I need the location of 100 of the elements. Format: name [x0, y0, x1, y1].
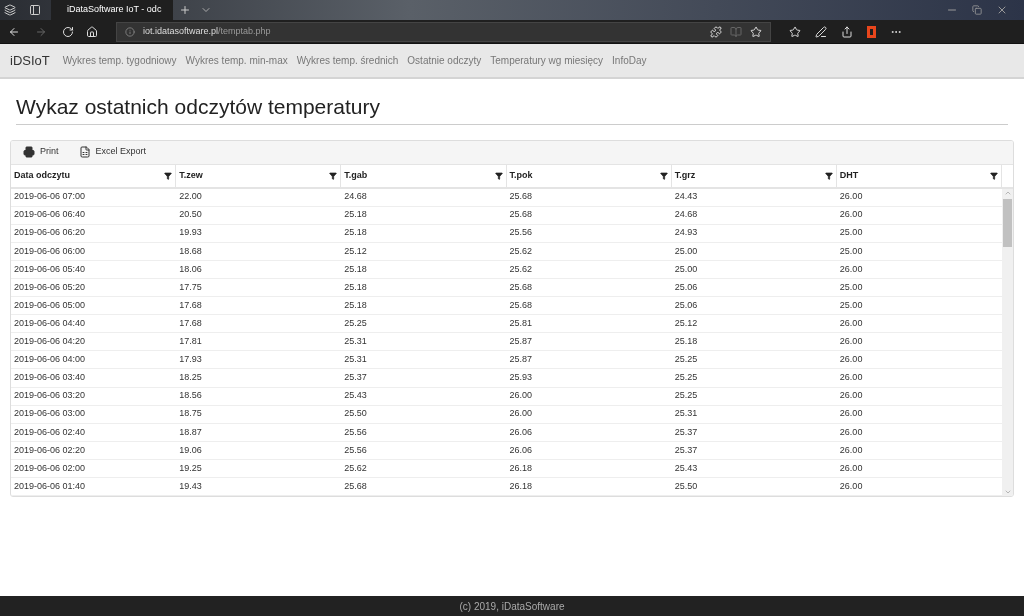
nav-link[interactable]: Wykres temp. min-max [185, 53, 288, 68]
filter-icon[interactable] [659, 171, 668, 180]
column-header[interactable]: DHT [836, 164, 1003, 187]
table-cell-text: 17.81 [178, 335, 203, 349]
table-cell-text: 25.68 [508, 280, 534, 294]
column-header[interactable]: Data odczytu [11, 164, 177, 187]
favorites-icon[interactable] [789, 25, 801, 38]
filter-icon[interactable] [990, 171, 999, 180]
table-cell-text: 17.68 [178, 298, 203, 312]
print-button[interactable]: Print [23, 145, 59, 159]
spreadsheet-icon [78, 146, 91, 158]
table-cell-text: 25.00 [838, 298, 864, 312]
filter-icon[interactable] [164, 171, 173, 180]
table-cell-text: 25.00 [838, 244, 864, 258]
info-icon [125, 26, 135, 37]
table-cell-text: 2019-06-06 03:40 [13, 371, 87, 385]
table-cell-text: 25.50 [673, 479, 699, 493]
puzzle-icon[interactable] [710, 25, 722, 38]
table-cell-text: 25.12 [673, 316, 699, 330]
address-field[interactable]: iot.idatasoftware.pl/temptab.php [116, 21, 771, 42]
table-cell-text: 2019-06-06 06:00 [13, 244, 87, 258]
office-icon[interactable] [867, 25, 876, 38]
panel-icon[interactable] [29, 4, 41, 16]
table-cell-text: 26.18 [508, 461, 534, 475]
refresh-icon[interactable] [62, 25, 74, 38]
table-cell-text: 26.00 [838, 262, 864, 276]
table-cell-text: 17.93 [178, 353, 203, 367]
table-cell-text: 25.62 [343, 461, 368, 475]
close-icon[interactable] [996, 4, 1008, 16]
table-cell-text: 25.18 [343, 262, 368, 276]
table-cell-text: 25.12 [343, 244, 368, 258]
table-cell-text: 2019-06-06 04:20 [13, 335, 87, 349]
table-cell-text: 25.18 [343, 208, 368, 222]
new-tab-icon[interactable] [179, 4, 191, 16]
home-icon[interactable] [86, 25, 98, 38]
table-cell-text: 26.18 [508, 479, 534, 493]
restore-icon[interactable] [972, 5, 982, 15]
table-cell-text: 25.56 [343, 443, 368, 457]
table-cell-text: 25.18 [343, 298, 368, 312]
table-cell-text: 26.00 [838, 371, 864, 385]
column-header[interactable]: T.pok [506, 164, 672, 187]
table-cell-text: 2019-06-06 02:20 [13, 443, 87, 457]
table-cell-text: 18.75 [178, 407, 203, 421]
export-button[interactable]: Excel Export [78, 145, 147, 159]
column-header[interactable]: T.gab [341, 164, 507, 187]
scrollbar[interactable] [1002, 188, 1013, 497]
table-cell-text: 26.00 [838, 335, 864, 349]
table-cell-text: 2019-06-06 06:40 [13, 208, 87, 222]
table-cell-text: 26.00 [838, 389, 864, 403]
table-cell-text: 18.68 [178, 244, 203, 258]
table-cell-text: 18.06 [178, 262, 203, 276]
table-cell-text: 18.56 [178, 389, 203, 403]
filter-icon[interactable] [494, 171, 503, 180]
nav-link[interactable]: InfoDay [612, 53, 647, 68]
table-cell-text: 2019-06-06 05:00 [13, 298, 87, 312]
table-cell-text: 2019-06-06 01:40 [13, 479, 87, 493]
scroll-thumb[interactable] [1003, 198, 1012, 247]
browser-tab[interactable]: iDataSoftware IoT - odc [51, 0, 173, 20]
filter-icon[interactable] [329, 171, 338, 180]
table-cell-text: 2019-06-06 03:00 [13, 407, 87, 421]
filter-icon[interactable] [824, 171, 833, 180]
brand-link[interactable]: iDSIoT [10, 50, 50, 71]
tabs-icon[interactable] [4, 4, 16, 16]
nav-link[interactable]: Temperatury wg miesięcy [490, 53, 604, 68]
table-cell-text: 25.25 [673, 371, 699, 385]
table-cell-text: 2019-06-06 06:20 [13, 226, 87, 240]
table-cell-text: 25.37 [673, 443, 699, 457]
table-cell-text: 26.00 [508, 389, 534, 403]
table-cell-text: 26.00 [838, 208, 864, 222]
table-cell-text: 25.56 [508, 226, 534, 240]
table-cell-text: 25.62 [508, 244, 534, 258]
table-cell-text: 26.00 [838, 190, 864, 204]
nav-link[interactable]: Wykres temp. średnich [296, 53, 399, 68]
page-title: Wykaz ostatnich odczytów temperatury [16, 91, 1008, 125]
table-cell-text: 25.25 [343, 316, 368, 330]
table-cell-text: 25.87 [508, 335, 534, 349]
table-cell-text: 25.87 [508, 353, 534, 367]
table-cell-text: 24.68 [343, 190, 368, 204]
pen-icon[interactable] [815, 25, 827, 38]
table-cell-text: 24.68 [673, 208, 699, 222]
back-icon[interactable] [8, 25, 20, 38]
table-cell-text: 26.06 [508, 425, 534, 439]
table-cell-text: 25.31 [673, 407, 699, 421]
table-cell-text: 25.43 [673, 461, 699, 475]
column-header[interactable]: T.zew [176, 164, 342, 187]
share-icon[interactable] [841, 25, 853, 38]
table-cell-text: 19.25 [178, 461, 203, 475]
column-header[interactable]: T.grz [671, 164, 837, 187]
table-cell-text: 26.00 [838, 479, 864, 493]
table-cell-text: 25.06 [673, 298, 699, 312]
table-cell-text: 25.00 [673, 262, 699, 276]
star-icon[interactable] [750, 25, 762, 38]
table-cell-text: 26.00 [508, 407, 534, 421]
table-cell-text: 25.18 [343, 280, 368, 294]
table-cell-text: 19.06 [178, 443, 203, 457]
nav-link[interactable]: Ostatnie odczyty [407, 53, 482, 68]
table-cell-text: 2019-06-06 05:40 [13, 262, 87, 276]
table-cell-text: 25.56 [343, 425, 368, 439]
nav-link[interactable]: Wykres temp. tygodniowy [62, 53, 177, 68]
footer-text: (c) 2019, iDataSoftware [459, 599, 565, 614]
